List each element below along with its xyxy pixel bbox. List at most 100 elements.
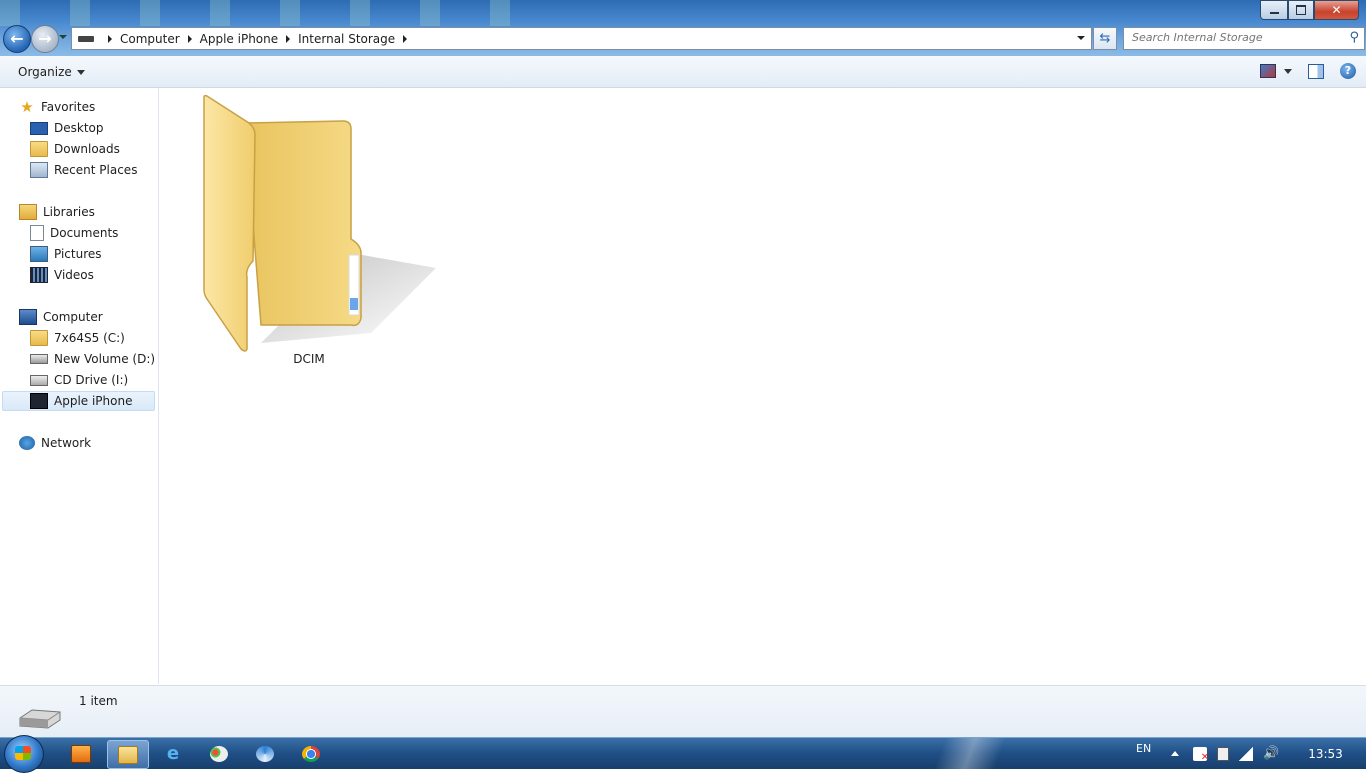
nav-label: Libraries — [43, 205, 95, 219]
refresh-button[interactable]: ⇆ — [1093, 27, 1117, 50]
breadcrumb-separator-icon[interactable] — [108, 34, 112, 43]
star-icon: ★ — [20, 98, 34, 116]
chevron-down-icon — [76, 70, 85, 75]
network-icon — [19, 436, 35, 450]
minimize-icon — [1269, 12, 1279, 14]
nav-label: Network — [41, 436, 92, 450]
media-player-icon — [71, 744, 91, 763]
pictures-icon — [30, 246, 48, 262]
breadcrumb-separator-icon[interactable] — [286, 34, 291, 43]
nav-item-drive-d[interactable]: New Volume (D:) — [30, 349, 155, 369]
close-button[interactable]: ✕ — [1314, 0, 1359, 20]
folder-item-dcim[interactable]: DCIM — [201, 93, 436, 373]
folder-name: DCIM — [293, 352, 325, 366]
breadcrumb-separator-icon[interactable] — [187, 34, 192, 43]
window-titlebar: ✕ ← → Computer Apple iPhone Internal Sto… — [0, 0, 1366, 56]
nav-item-videos[interactable]: Videos — [30, 265, 94, 285]
nav-label: Desktop — [54, 121, 104, 135]
internet-explorer-icon: e — [166, 742, 180, 764]
nav-item-apple-iphone[interactable]: Apple iPhone — [2, 391, 155, 411]
cd-drive-icon — [30, 374, 48, 386]
nav-item-documents[interactable]: Documents — [30, 223, 118, 243]
documents-icon — [30, 225, 44, 241]
search-box[interactable]: ⚲ — [1123, 27, 1365, 50]
nav-label: CD Drive (I:) — [54, 373, 129, 387]
videos-icon — [30, 267, 48, 283]
nav-favorites[interactable]: ★ Favorites — [19, 97, 95, 117]
nav-item-desktop[interactable]: Desktop — [30, 118, 104, 138]
volume-icon[interactable]: 🔊 — [1263, 746, 1279, 761]
hard-drive-icon — [30, 354, 48, 364]
nav-label: Videos — [54, 268, 94, 282]
address-history-dropdown[interactable] — [1077, 36, 1085, 40]
recent-places-icon — [30, 162, 48, 178]
windows-logo-icon — [15, 746, 31, 760]
taskbar-media-player[interactable] — [61, 740, 101, 767]
device-icon — [78, 35, 94, 42]
back-button[interactable]: ← — [3, 25, 31, 53]
minimize-button[interactable] — [1260, 0, 1288, 20]
paint-icon — [210, 745, 228, 762]
organize-button[interactable]: Organize — [18, 65, 85, 79]
action-center-icon[interactable]: ✕ — [1193, 746, 1209, 762]
system-tray: EN ✕ 🔊 13:53 — [1136, 738, 1343, 769]
status-bar: 1 item — [0, 685, 1366, 738]
refresh-icon: ⇆ — [1099, 31, 1111, 46]
preview-pane-icon[interactable] — [1308, 63, 1324, 79]
view-controls: ? — [1260, 63, 1356, 79]
nav-computer[interactable]: Computer — [19, 307, 103, 327]
removable-drive-icon — [19, 709, 61, 729]
breadcrumb-computer[interactable]: Computer — [120, 32, 180, 46]
nav-item-recent-places[interactable]: Recent Places — [30, 160, 137, 180]
folder-icon — [203, 94, 436, 352]
taskbar-internet-explorer[interactable]: e — [153, 740, 193, 767]
nav-item-downloads[interactable]: Downloads — [30, 139, 120, 159]
nav-item-cd-drive[interactable]: CD Drive (I:) — [30, 370, 128, 390]
breadcrumb-separator-icon[interactable] — [403, 34, 408, 43]
computer-icon — [19, 309, 37, 325]
breadcrumb-internal-storage[interactable]: Internal Storage — [298, 32, 395, 46]
forward-button[interactable]: → — [31, 25, 59, 53]
taskbar-paint[interactable] — [199, 740, 239, 767]
downloads-folder-icon — [30, 141, 48, 157]
usb-device-icon[interactable] — [1217, 746, 1230, 761]
clock[interactable]: 13:53 — [1308, 747, 1343, 761]
nav-item-drive-c[interactable]: 7x64S5 (C:) — [30, 328, 125, 348]
window-controls: ✕ — [1260, 0, 1359, 20]
nav-libraries[interactable]: Libraries — [19, 202, 95, 222]
desktop-icon — [30, 121, 48, 135]
nav-network[interactable]: Network — [19, 433, 91, 453]
search-icon[interactable]: ⚲ — [1349, 30, 1359, 45]
nav-item-pictures[interactable]: Pictures — [30, 244, 102, 264]
nav-label: Apple iPhone — [54, 394, 133, 408]
taskbar-explorer[interactable] — [107, 740, 149, 769]
iphone-icon — [30, 393, 48, 409]
show-hidden-icons-icon[interactable] — [1171, 751, 1180, 756]
organize-label: Organize — [18, 65, 72, 79]
chrome-icon — [302, 745, 320, 762]
language-indicator[interactable]: EN — [1136, 742, 1151, 755]
start-button[interactable] — [4, 735, 44, 773]
restore-icon — [1296, 5, 1306, 15]
nav-label: New Volume (D:) — [54, 352, 156, 366]
search-input[interactable] — [1124, 28, 1342, 47]
nav-label: Documents — [50, 226, 119, 240]
view-options-dropdown-icon[interactable] — [1284, 68, 1292, 74]
nav-label: Favorites — [41, 100, 96, 114]
nav-label: Recent Places — [54, 163, 138, 177]
arrow-right-icon: → — [38, 29, 52, 48]
network-signal-icon[interactable] — [1239, 746, 1254, 761]
nav-label: Pictures — [54, 247, 102, 261]
file-list[interactable]: DCIM — [159, 88, 1366, 684]
address-bar[interactable]: Computer Apple iPhone Internal Storage — [71, 27, 1092, 50]
titlebar-background-decoration — [0, 0, 520, 26]
change-view-icon[interactable] — [1260, 64, 1276, 78]
system-drive-icon — [30, 330, 48, 346]
recent-pages-dropdown[interactable] — [59, 35, 67, 39]
taskbar-app[interactable] — [245, 740, 285, 767]
libraries-icon — [19, 204, 37, 220]
taskbar-chrome[interactable] — [291, 740, 331, 767]
restore-button[interactable] — [1288, 0, 1314, 20]
breadcrumb-apple-iphone[interactable]: Apple iPhone — [200, 32, 278, 46]
help-icon[interactable]: ? — [1340, 63, 1356, 79]
